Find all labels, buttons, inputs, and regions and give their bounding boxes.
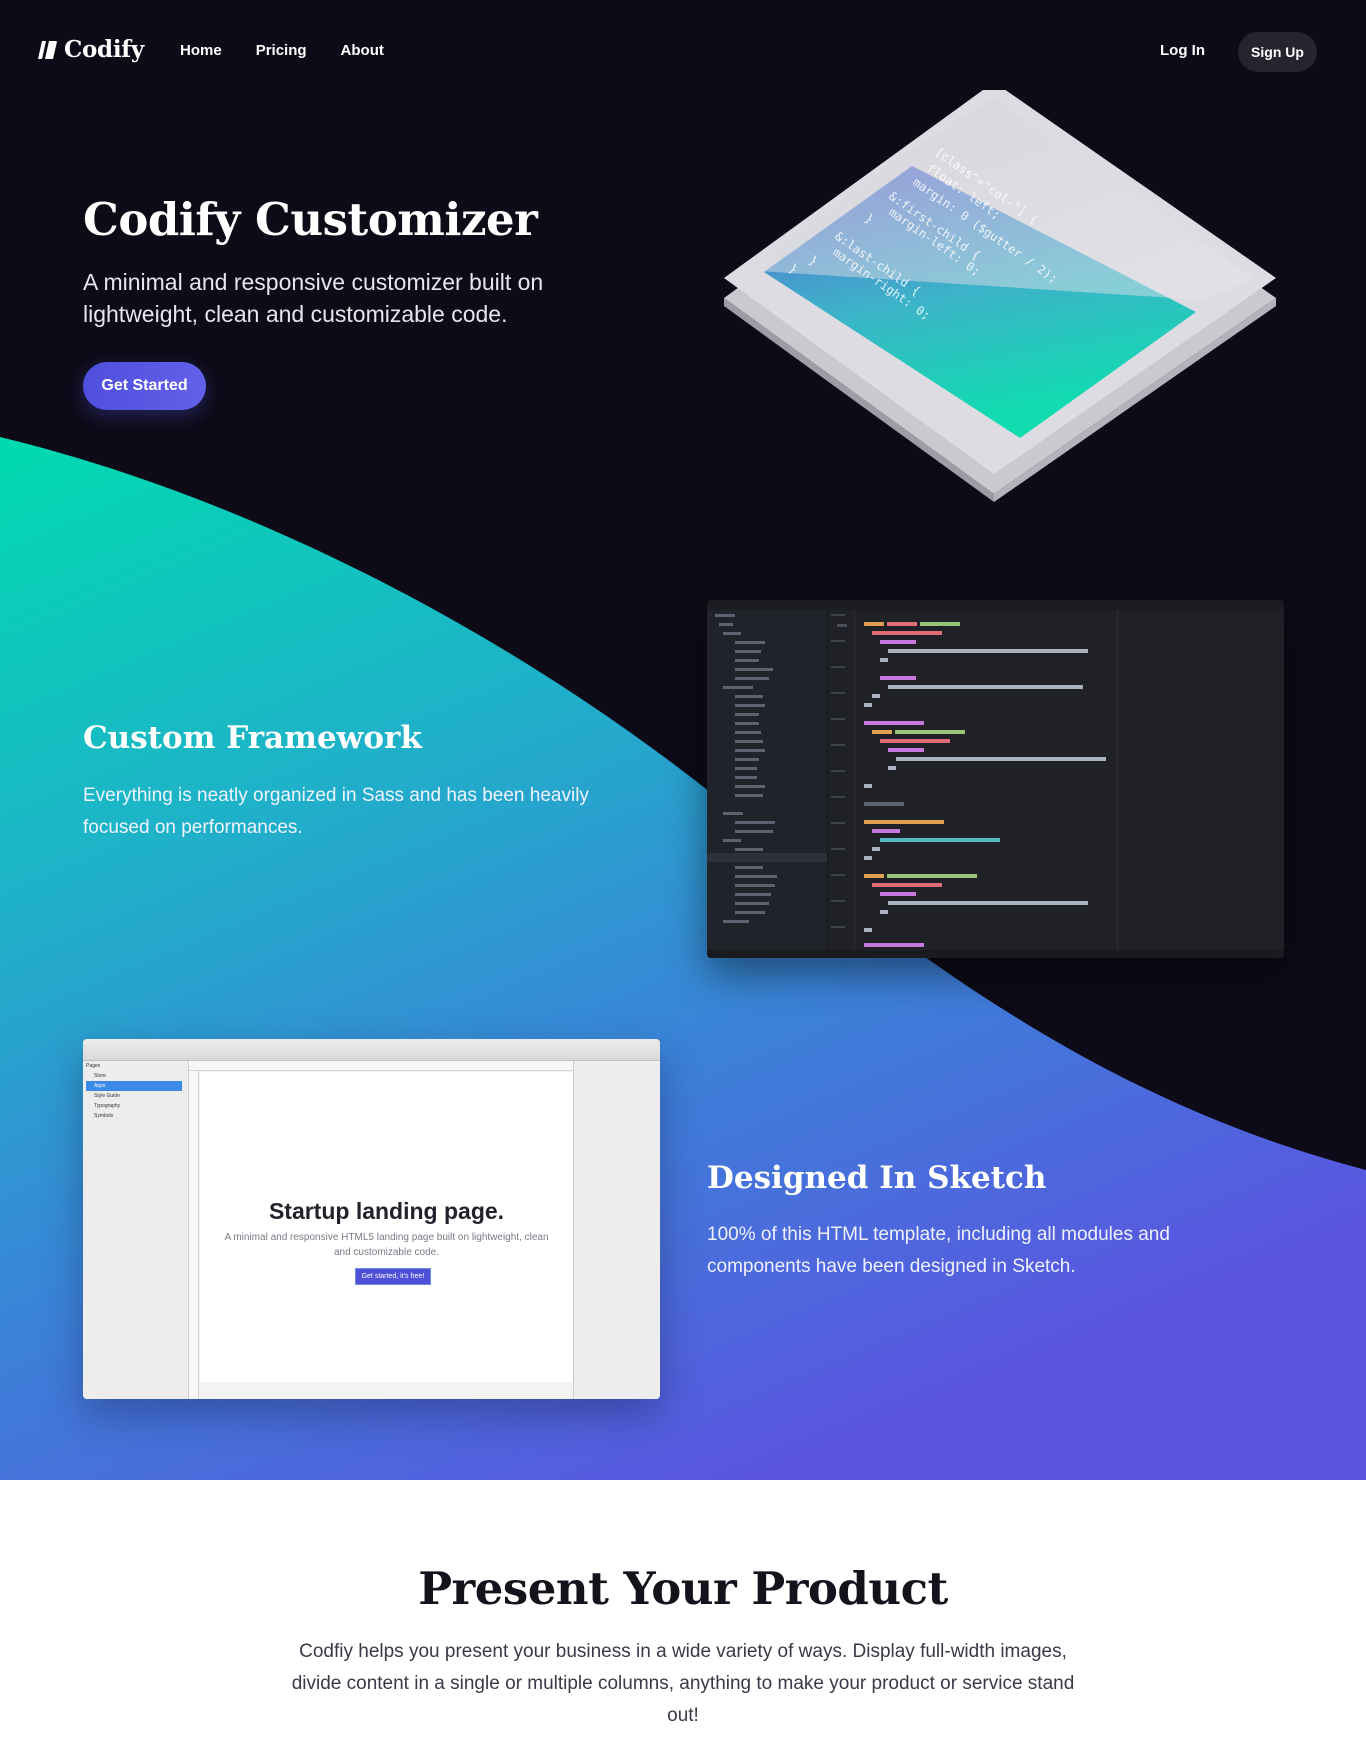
- sketch-toolbar: [83, 1039, 660, 1061]
- present-text: Codfiy helps you present your business i…: [291, 1641, 1075, 1726]
- sketch-ruler-top: [189, 1061, 573, 1071]
- sketch-canvas-headline: Startup landing page.: [268, 1198, 505, 1224]
- brand-name: Codify: [64, 36, 144, 63]
- sketch-page-item: Apps: [86, 1081, 182, 1091]
- sketch-ruler-left: [189, 1071, 199, 1399]
- sketch-pages-label: Pages: [86, 1063, 101, 1069]
- sketch-canvas-subline: A minimal and responsive HTML5 landing p…: [224, 1232, 549, 1258]
- sketch-title: Designed In Sketch: [707, 1160, 1047, 1196]
- nav-item-pricing[interactable]: Pricing: [256, 42, 307, 59]
- main-nav: Home Pricing About: [180, 42, 384, 59]
- present-title: Present Your Product: [418, 1562, 948, 1615]
- sketch-pages-panel: Pages Store Apps Style Guide Typography …: [83, 1061, 189, 1399]
- login-link[interactable]: Log In: [1160, 42, 1205, 59]
- site-header: Codify Home Pricing About Log In Sign Up: [0, 0, 1366, 104]
- sketch-page-item: Store: [94, 1073, 106, 1079]
- code-editor-graphic: [707, 600, 1284, 958]
- isometric-code-card-illustration: [class^="col-"] { float: left; margin: 0…: [724, 90, 1276, 502]
- nav-item-home[interactable]: Home: [180, 42, 222, 59]
- signup-button[interactable]: Sign Up: [1238, 32, 1317, 72]
- hero-title: Codify Customizer: [83, 193, 538, 246]
- sketch-canvas: Startup landing page. A minimal and resp…: [200, 1072, 573, 1382]
- brand-logo[interactable]: Codify: [36, 36, 144, 63]
- framework-title: Custom Framework: [83, 720, 422, 756]
- hero-subtitle: A minimal and responsive customizer buil…: [83, 269, 544, 327]
- sketch-text: 100% of this HTML template, including al…: [707, 1224, 1170, 1277]
- sketch-inspector-panel: [573, 1061, 660, 1399]
- sketch-page-item: Typography: [94, 1103, 121, 1109]
- framework-text: Everything is neatly organized in Sass a…: [83, 785, 589, 838]
- sketch-app-screenshot: Pages Store Apps Style Guide Typography …: [83, 1039, 660, 1399]
- sketch-page-item: Symbols: [94, 1113, 114, 1119]
- logo-mark-icon: [38, 40, 57, 59]
- code-editor-screenshot: [707, 600, 1284, 958]
- nav-item-about[interactable]: About: [341, 42, 384, 59]
- sketch-page-item: Style Guide: [94, 1093, 120, 1099]
- get-started-button[interactable]: Get Started: [83, 362, 206, 410]
- sketch-canvas-button: Get started, it's free!: [355, 1268, 431, 1285]
